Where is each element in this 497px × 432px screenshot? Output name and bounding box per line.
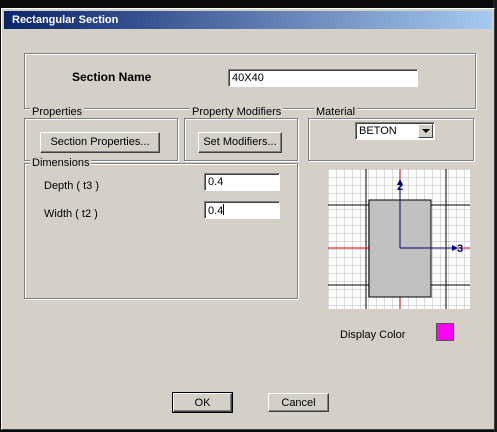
material-selected-value: BETON <box>359 125 397 137</box>
material-group-label: Material <box>314 106 358 118</box>
properties-group-label: Properties <box>30 106 85 118</box>
rectangular-section-dialog: Rectangular Section Section Name 40X40 P… <box>1 8 495 430</box>
property-modifiers-group-label: Property Modifiers <box>190 106 284 118</box>
material-select[interactable]: BETON <box>355 122 435 140</box>
display-color-swatch[interactable] <box>436 323 454 341</box>
ok-button[interactable]: OK <box>172 392 233 413</box>
dimensions-group-label: Dimensions <box>30 157 92 169</box>
set-modifiers-button[interactable]: Set Modifiers... <box>198 132 282 153</box>
text-cursor <box>223 204 225 215</box>
section-name-label: Section Name <box>72 70 152 84</box>
width-value: 0.4 <box>208 205 224 217</box>
section-preview: 2 3 <box>328 169 470 309</box>
section-properties-button[interactable]: Section Properties... <box>40 132 160 153</box>
axis-2-label: 2 <box>397 181 403 193</box>
depth-input[interactable]: 0.4 <box>204 173 280 191</box>
chevron-down-icon[interactable] <box>418 124 433 138</box>
axis-3-label: 3 <box>457 243 463 255</box>
display-color-label: Display Color <box>340 329 406 341</box>
section-name-input[interactable]: 40X40 <box>228 69 418 87</box>
depth-label: Depth ( t3 ) <box>44 180 100 192</box>
dialog-title: Rectangular Section <box>4 11 492 29</box>
cancel-button[interactable]: Cancel <box>268 393 329 412</box>
width-label: Width ( t2 ) <box>44 208 98 220</box>
width-input[interactable]: 0.4 <box>204 201 280 219</box>
